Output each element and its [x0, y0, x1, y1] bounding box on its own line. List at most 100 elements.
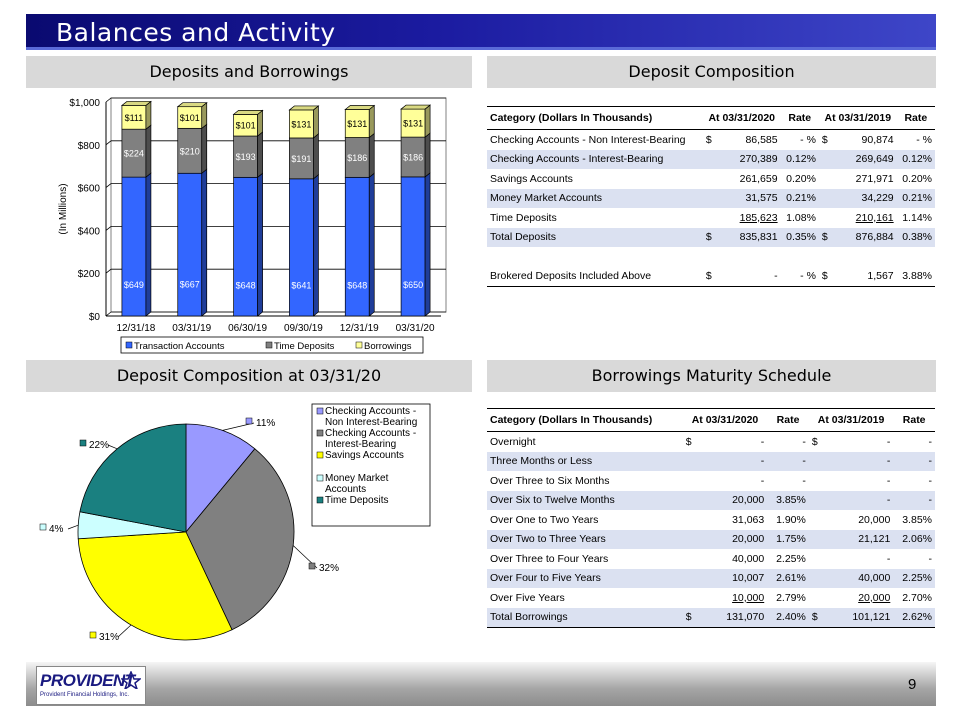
grid-diagonal [105, 226, 112, 231]
row-label: Money Market Accounts [487, 188, 703, 208]
table-cell [682, 529, 701, 549]
bar-data-label: $131 [347, 119, 367, 129]
section-header-deposit-composition: Deposit Composition [487, 56, 936, 88]
table-cell: 20,000 [700, 490, 768, 510]
pie-legend-label: Accounts [325, 484, 366, 495]
row-label: Over Three to Four Years [490, 552, 609, 565]
table-cell: 3.85% [902, 513, 932, 526]
bar-front [289, 178, 314, 317]
pie-legend-label: Checking Accounts - [325, 406, 416, 417]
table-header-row: Category (Dollars In Thousands) At 03/31/… [487, 408, 935, 432]
grid-diagonal [105, 183, 112, 188]
table-cell [819, 247, 835, 267]
column-header: Rate [893, 408, 935, 432]
row-label: Total Deposits [487, 227, 703, 247]
table-cell: $ [685, 435, 692, 448]
bar-data-label: $650 [403, 280, 423, 290]
bar-front [177, 172, 203, 317]
table-cell: 86,585 [745, 133, 778, 146]
table-cell: 2.25% [893, 568, 935, 588]
grid-diagonal [105, 97, 112, 103]
table-cell: 2.61% [767, 568, 809, 588]
table-row: Over Six to Twelve Months 20,000 3.85% - - [487, 490, 935, 510]
table-row: Money Market Accounts 31,575 0.21% 34,229 0.… [487, 188, 935, 208]
row-label: Overnight [490, 435, 536, 448]
bar-side [368, 104, 375, 139]
pie-data-label: 22% [89, 440, 109, 451]
bar-side [368, 172, 375, 317]
bar-data-label: $191 [291, 154, 311, 164]
table-cell: 0.12% [780, 149, 819, 169]
pie-legend: Checking Accounts -Non Interest-BearingC… [311, 403, 431, 527]
table-cell: 131,070 [700, 607, 768, 628]
pie-legend-swatch [316, 407, 324, 415]
table-cell [808, 490, 827, 510]
table-cell [809, 588, 827, 608]
table-cell: 2.25% [776, 552, 806, 565]
bar-side [201, 123, 208, 174]
pie-legend-label: Savings Accounts [325, 450, 404, 461]
table-cell: 1.14% [902, 211, 932, 224]
bar-side [257, 172, 263, 317]
table-row: Over Four to Five Years 10,007 2.61% 40,000… [487, 568, 935, 588]
table-cell [809, 549, 827, 569]
table-cell [818, 188, 836, 208]
table-cell [818, 149, 836, 169]
page-number: 9 [908, 676, 917, 693]
table-cell: 34,229 [835, 188, 897, 208]
table-cell: - [826, 490, 894, 510]
stacked-bar-chart: $0 $200 $400 $600 $800 $1,000 (In Millions) $64… [58, 97, 447, 354]
table-row: Over Two to Three Years 20,000 1.75% 21,121… [487, 529, 935, 549]
table-cell [683, 549, 701, 569]
bar-side [145, 172, 152, 317]
bar-side [145, 100, 152, 130]
column-header: At 03/31/2019 [808, 408, 894, 432]
table-cell: - [893, 451, 935, 471]
table-row: Brokered Deposits Included Above $ - - % $1,… [487, 266, 935, 287]
table-cell: 90,874 [861, 133, 894, 146]
bar-segment [400, 172, 431, 317]
column-header: At 03/31/2020 [702, 106, 781, 130]
column-header: At 03/31/2020 [682, 408, 768, 432]
row-label: Savings Accounts [490, 172, 573, 185]
table-cell: 10,007 [700, 568, 768, 588]
pie-data-label: 11% [256, 418, 275, 429]
pie-label-swatch [79, 439, 87, 447]
table-cell: - [928, 474, 933, 487]
table-header-row: Category (Dollars In Thousands) At 03/31/… [487, 106, 935, 130]
bar-data-label: $648 [236, 280, 256, 290]
bar-front [400, 176, 426, 317]
table-cell: 1,567 [835, 266, 897, 287]
table-cell: - [886, 435, 891, 448]
pie-legend-swatch [316, 474, 324, 482]
pie-legend-label: Interest-Bearing [325, 439, 396, 450]
y-tick-label: $600 [78, 184, 101, 195]
table-cell: 0.20% [902, 172, 932, 185]
section-header-deposit-composition-pie: Deposit Composition at 03/31/20 [26, 360, 472, 392]
row-label: Checking Accounts - Non Interest-Bearing [490, 133, 686, 146]
bar-data-label: $224 [124, 149, 144, 159]
y-axis-label: (In Millions) [58, 183, 69, 234]
y-tick-label: $200 [78, 269, 101, 280]
bar-segment [121, 172, 152, 317]
pie-chart: 11% 32% 31% 4% 22% Checking Accounts -Non Int… [39, 403, 431, 643]
pie-data-label: 31% [99, 632, 119, 643]
table-cell: - [928, 435, 933, 448]
table-cell: 0.12% [896, 149, 935, 169]
table-row: Total Deposits $835,831 0.35% $876,884 0.38% [487, 227, 935, 247]
table-cell: 2.62% [893, 607, 935, 628]
table-cell: 2.70% [902, 591, 932, 604]
table-cell: $ [811, 435, 818, 448]
row-label: Three Months or Less [487, 451, 683, 471]
legend-label: Time Deposits [274, 341, 335, 352]
table-cell: $ [702, 266, 720, 287]
table-cell: - [719, 266, 781, 287]
table-cell: - [802, 474, 806, 487]
table-cell [682, 451, 701, 471]
deposit-composition-table: Category (Dollars In Thousands) At 03/31/… [487, 106, 935, 287]
row-label [487, 247, 703, 267]
title-bar: Balances and Activity [26, 14, 936, 50]
bar-top [344, 105, 376, 110]
y-tick-label: $400 [78, 226, 101, 237]
table-cell: - % [800, 133, 816, 146]
